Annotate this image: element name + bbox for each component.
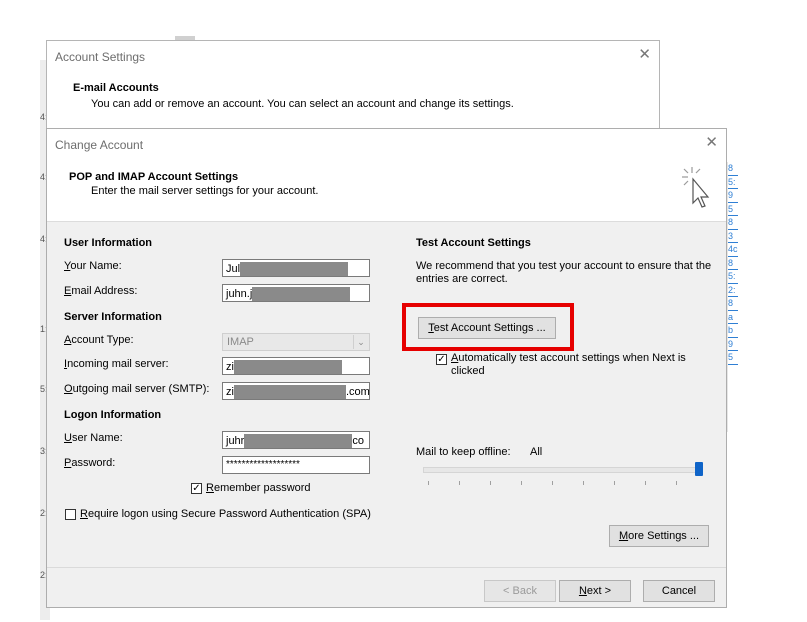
offline-slider-track[interactable] bbox=[423, 467, 701, 473]
cancel-button[interactable]: Cancel bbox=[643, 580, 715, 602]
password-field[interactable]: ******************* bbox=[222, 456, 370, 474]
account-settings-window: Account Settings ✕ E-mail Accounts You c… bbox=[46, 40, 660, 140]
background-link-fragment: b bbox=[728, 324, 738, 338]
account-settings-title: Account Settings bbox=[55, 50, 146, 64]
email-accounts-subtext: You can add or remove an account. You ca… bbox=[91, 98, 514, 110]
slider-tick bbox=[428, 481, 429, 485]
redaction-block bbox=[252, 287, 351, 301]
background-link-fragment: 8 bbox=[728, 297, 738, 311]
background-link-fragment: 4c bbox=[728, 243, 738, 257]
background-link-fragment: a bbox=[728, 311, 738, 324]
slider-tick bbox=[645, 481, 646, 485]
auto-test-label: Automatically test account settings when… bbox=[451, 352, 686, 377]
pointer-cursor-icon bbox=[682, 167, 710, 208]
chevron-down-icon: ⌄ bbox=[353, 335, 368, 349]
logon-information-heading: Logon Information bbox=[64, 409, 162, 421]
background-link-fragment: 8 bbox=[728, 216, 738, 230]
footer-divider bbox=[47, 567, 726, 568]
user-name-label: User Name: bbox=[64, 432, 123, 444]
background-link-fragment: 2: bbox=[728, 284, 738, 297]
outgoing-server-field[interactable]: zi .com bbox=[222, 382, 370, 400]
background-link-fragment: 8 bbox=[728, 257, 738, 270]
account-type-value: IMAP bbox=[227, 336, 254, 348]
background-link-fragment: 5 bbox=[728, 351, 738, 365]
user-name-field[interactable]: juhr co bbox=[222, 431, 370, 449]
test-settings-description: We recommend that you test your account … bbox=[416, 260, 712, 285]
user-name-suffix: co bbox=[352, 434, 364, 447]
user-information-heading: User Information bbox=[64, 237, 153, 249]
incoming-server-label: Incoming mail server: bbox=[64, 358, 169, 370]
password-label: Password: bbox=[64, 457, 116, 469]
change-account-dialog: Change Account ✕ POP and IMAP Account Se… bbox=[46, 128, 727, 608]
server-information-heading: Server Information bbox=[64, 311, 162, 323]
spa-checkbox[interactable] bbox=[65, 509, 76, 520]
more-settings-button[interactable]: More Settings ... bbox=[609, 525, 709, 547]
slider-tick bbox=[521, 481, 522, 485]
offline-slider-thumb[interactable] bbox=[695, 462, 703, 476]
account-type-select: IMAP ⌄ bbox=[222, 333, 370, 351]
email-address-value: juhn.j bbox=[226, 287, 253, 300]
your-name-field[interactable]: Jul bbox=[222, 259, 370, 277]
user-name-value: juhr bbox=[226, 434, 245, 447]
background-link-fragment: 5: bbox=[728, 176, 738, 189]
back-button[interactable]: < Back bbox=[484, 580, 556, 602]
slider-tick bbox=[552, 481, 553, 485]
dialog-header: POP and IMAP Account Settings Enter the … bbox=[47, 159, 726, 222]
mail-offline-value: All bbox=[530, 446, 543, 458]
close-icon[interactable]: ✕ bbox=[638, 45, 651, 63]
pop-imap-heading: POP and IMAP Account Settings bbox=[69, 171, 239, 183]
email-address-field[interactable]: juhn.j bbox=[222, 284, 370, 302]
your-name-value: Jul bbox=[226, 262, 241, 275]
email-address-label: Email Address: bbox=[64, 285, 138, 297]
next-button[interactable]: Next > bbox=[559, 580, 631, 602]
remember-password-checkbox[interactable]: ✓ bbox=[191, 483, 202, 494]
outgoing-server-label: Outgoing mail server (SMTP): bbox=[64, 383, 210, 395]
background-link-fragment: 9 bbox=[728, 338, 738, 351]
change-account-title: Change Account bbox=[55, 138, 144, 152]
background-link-fragment: 5: bbox=[728, 270, 738, 284]
background-link-rail: 8 5: 9 5 8 3 4c 8 5: 2: 8 a b 9 5 bbox=[727, 162, 738, 432]
close-icon[interactable]: ✕ bbox=[705, 133, 718, 151]
background-link-fragment: 5 bbox=[728, 203, 738, 216]
slider-tick bbox=[459, 481, 460, 485]
slider-tick bbox=[614, 481, 615, 485]
redaction-block bbox=[233, 360, 342, 374]
outgoing-server-suffix: .com bbox=[345, 385, 370, 398]
outgoing-server-value: zi bbox=[226, 385, 234, 398]
mail-offline-label: Mail to keep offline: bbox=[416, 446, 511, 458]
remember-password-label: Remember password bbox=[206, 482, 311, 494]
redaction-block bbox=[240, 262, 349, 276]
highlight-box bbox=[402, 303, 574, 351]
slider-tick bbox=[583, 481, 584, 485]
your-name-label: Your Name: bbox=[64, 260, 122, 272]
incoming-server-value: zi bbox=[226, 360, 234, 373]
incoming-server-field[interactable]: zi bbox=[222, 357, 370, 375]
background-link-fragment: 3 bbox=[728, 230, 738, 243]
spa-label: Require logon using Secure Password Auth… bbox=[80, 508, 371, 520]
account-type-label: Account Type: bbox=[64, 334, 134, 346]
test-account-settings-heading: Test Account Settings bbox=[416, 237, 531, 249]
redaction-block bbox=[233, 385, 346, 399]
dialog-titlebar: Change Account ✕ bbox=[47, 129, 726, 159]
background-link-fragment: 8 bbox=[728, 162, 738, 176]
slider-tick bbox=[490, 481, 491, 485]
slider-tick bbox=[676, 481, 677, 485]
email-accounts-heading: E-mail Accounts bbox=[73, 82, 159, 94]
pop-imap-subtext: Enter the mail server settings for your … bbox=[91, 185, 319, 197]
background-link-fragment: 9 bbox=[728, 189, 738, 203]
redaction-block bbox=[244, 434, 353, 448]
auto-test-checkbox[interactable]: ✓ bbox=[436, 354, 447, 365]
